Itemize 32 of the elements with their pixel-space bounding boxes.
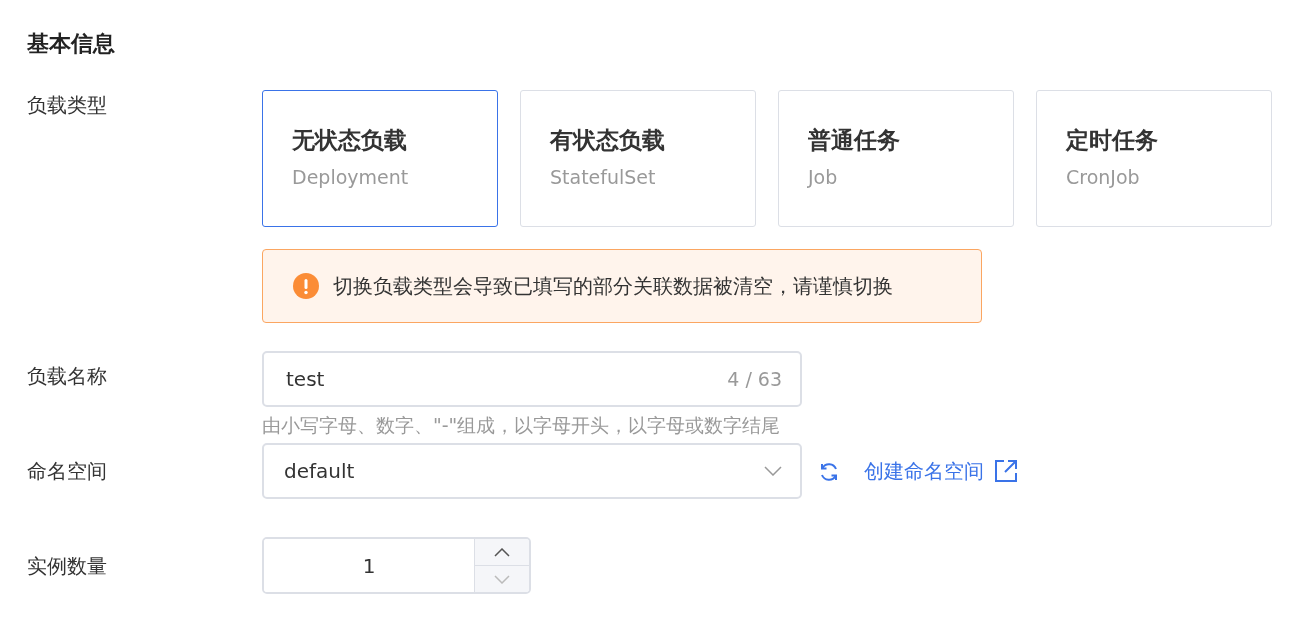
- name-input[interactable]: test: [284, 363, 728, 395]
- namespace-select[interactable]: default: [262, 443, 802, 499]
- card-subtitle: StatefulSet: [550, 166, 656, 188]
- increment-button[interactable]: [475, 539, 529, 565]
- card-subtitle: Job: [808, 166, 838, 188]
- chevron-up-icon: [494, 547, 510, 557]
- select-value: default: [284, 459, 355, 483]
- card-title: 无状态负载: [292, 127, 407, 153]
- field-label: 负载类型: [27, 93, 107, 117]
- field-hint: 由小写字母、数字、"-"组成，以字母开头，以字母或数字结尾: [262, 414, 781, 436]
- card-title: 定时任务: [1066, 127, 1158, 153]
- workload-type-card[interactable]: 普通任务 Job: [778, 90, 1014, 227]
- warning-text: 切换负载类型会导致已填写的部分关联数据被清空，请谨慎切换: [333, 273, 893, 300]
- external-link-icon: [994, 459, 1018, 483]
- field-label: 实例数量: [27, 553, 107, 578]
- workload-type-card[interactable]: 定时任务 CronJob: [1036, 90, 1272, 227]
- card-title: 有状态负载: [550, 127, 665, 153]
- field-label: 命名空间: [27, 459, 107, 483]
- card-subtitle: CronJob: [1066, 166, 1140, 188]
- workload-type-card[interactable]: 有状态负载 StatefulSet: [520, 90, 756, 227]
- replica-stepper[interactable]: 1: [262, 537, 531, 594]
- name-field[interactable]: test 4 / 63: [262, 351, 802, 407]
- field-label: 负载名称: [27, 364, 107, 388]
- card-title: 普通任务: [808, 127, 900, 153]
- card-subtitle: Deployment: [292, 166, 409, 188]
- chevron-down-icon: [764, 466, 782, 476]
- create-namespace-link[interactable]: 创建命名空间: [864, 456, 1018, 486]
- workload-type-card[interactable]: 无状态负载 Deployment: [262, 90, 498, 227]
- section-title: 基本信息: [27, 30, 116, 58]
- chevron-down-icon: [494, 574, 510, 584]
- character-counter: 4 / 63: [727, 366, 782, 392]
- warning-icon: [293, 273, 319, 299]
